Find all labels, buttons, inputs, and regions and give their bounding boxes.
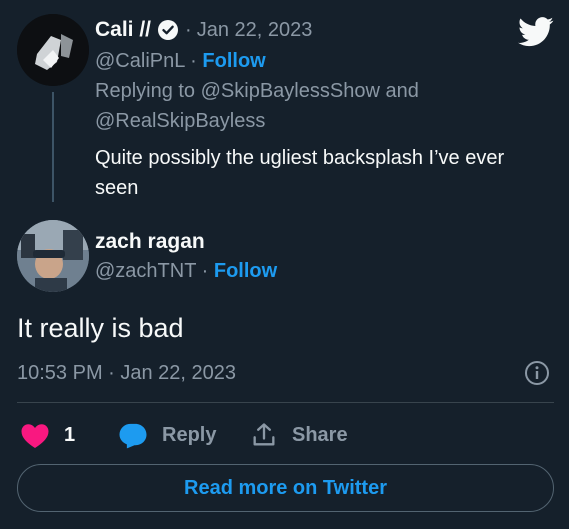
tweet-text: It really is bad	[17, 313, 184, 343]
reply-text-line-2: seen	[95, 177, 139, 199]
reply-handle-row: @CaliPnL · Follow	[95, 50, 266, 73]
reply-date-separator: ·	[185, 18, 192, 41]
tweet-author-handle[interactable]: @zachTNT	[95, 260, 196, 282]
heart-icon	[20, 422, 50, 449]
replying-to-handle-1[interactable]: @SkipBaylessShow	[201, 80, 380, 102]
replying-to-line1: Replying to @SkipBaylessShow and	[95, 80, 419, 103]
tweet-author-name[interactable]: zach ragan	[95, 230, 205, 254]
reply-author-handle[interactable]: @CaliPnL	[95, 50, 185, 72]
like-button[interactable]: 1	[20, 420, 75, 450]
share-icon	[250, 421, 278, 449]
share-button[interactable]: Share	[250, 420, 348, 450]
thread-connector	[52, 92, 54, 202]
reply-author-name[interactable]: Cali //	[95, 18, 151, 42]
reply-label: Reply	[162, 423, 217, 446]
reply-button[interactable]: Reply	[118, 420, 216, 450]
reply-follow-link[interactable]: Follow	[202, 50, 265, 72]
tweet-timestamp[interactable]: 10:53 PM · Jan 22, 2023	[17, 362, 236, 385]
tweet-follow-link[interactable]: Follow	[214, 260, 277, 282]
verified-badge-icon	[157, 19, 179, 41]
avatar-zach-image	[17, 220, 89, 292]
read-more-button[interactable]: Read more on Twitter	[17, 464, 554, 512]
replying-to-prefix: Replying to	[95, 80, 196, 102]
reply-author-row: Cali // · Jan 22, 2023	[95, 16, 312, 44]
avatar-zach[interactable]	[17, 220, 89, 292]
like-count: 1	[64, 423, 76, 446]
reply-bubble-icon	[118, 422, 148, 449]
replying-to-handle-2[interactable]: @RealSkipBayless	[95, 110, 265, 133]
reply-text-line-1: Quite possibly the ugliest backsplash I’…	[95, 147, 505, 169]
replying-to-and: and	[385, 80, 419, 102]
reply-follow-separator: ·	[190, 50, 197, 72]
divider	[17, 402, 554, 403]
share-label: Share	[292, 423, 348, 446]
avatar-cali[interactable]	[17, 14, 89, 86]
reply-date[interactable]: Jan 22, 2023	[197, 19, 313, 42]
avatar-cali-image	[17, 14, 89, 86]
twitter-logo-icon[interactable]	[518, 17, 554, 52]
tweet-handle-row: @zachTNT · Follow	[95, 260, 277, 283]
info-icon[interactable]	[524, 360, 550, 391]
tweet-follow-separator: ·	[201, 260, 209, 282]
